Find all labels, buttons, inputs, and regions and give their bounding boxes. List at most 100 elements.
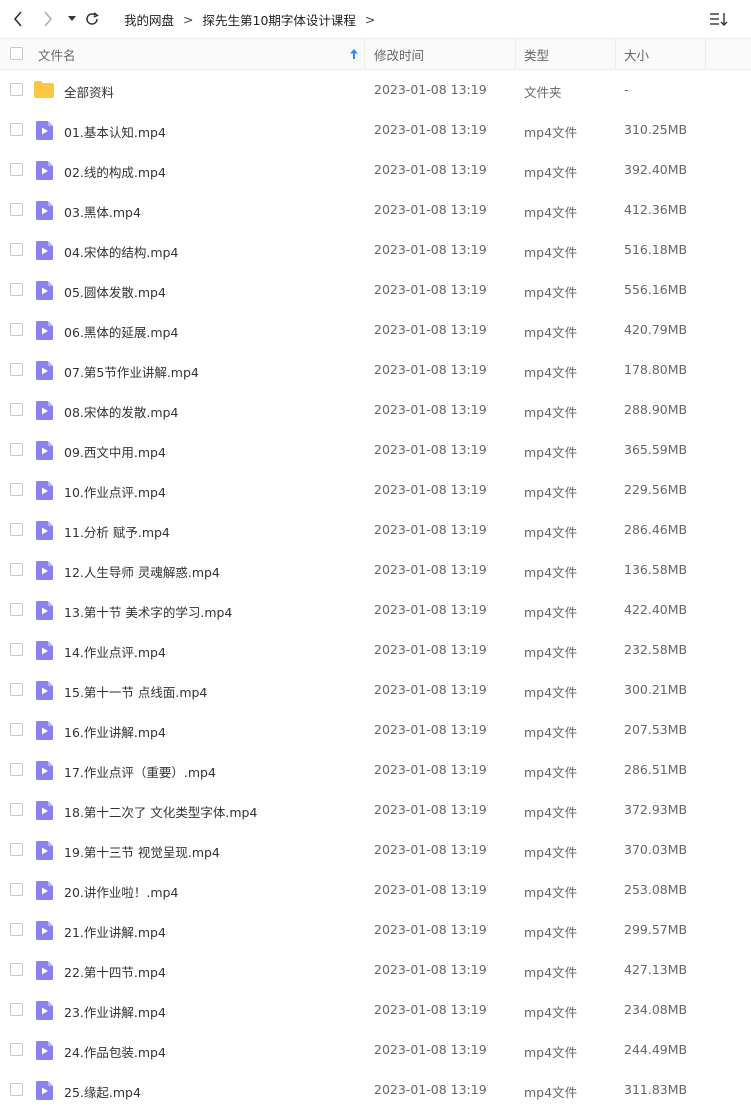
file-name[interactable]: 12.人生导师 灵魂解惑.mp4 [64,562,220,581]
file-row[interactable]: 13.第十节 美术字的学习.mp4 2023-01-08 13:19 mp4文件 42… [0,590,751,630]
back-button[interactable] [10,9,26,29]
file-name[interactable]: 02.线的构成.mp4 [64,162,166,181]
file-row[interactable]: 06.黑体的延展.mp4 2023-01-08 13:19 mp4文件 420.79M… [0,310,751,350]
column-divider[interactable] [615,39,616,69]
row-checkbox[interactable] [10,123,23,136]
column-header-type[interactable]: 类型 [524,39,614,69]
file-row[interactable]: 12.人生导师 灵魂解惑.mp4 2023-01-08 13:19 mp4文件 136… [0,550,751,590]
file-name[interactable]: 09.西文中用.mp4 [64,442,166,461]
file-name[interactable]: 23.作业讲解.mp4 [64,1002,166,1021]
refresh-button[interactable] [84,9,100,29]
file-row[interactable]: 25.缘起.mp4 2023-01-08 13:19 mp4文件 311.83MB [0,1070,751,1110]
file-name[interactable]: 03.黑体.mp4 [64,202,141,221]
file-name[interactable]: 04.宋体的结构.mp4 [64,242,178,261]
file-name[interactable]: 05.圆体发散.mp4 [64,282,166,301]
file-row[interactable]: 22.第十四节.mp4 2023-01-08 13:19 mp4文件 427.13MB [0,950,751,990]
row-checkbox[interactable] [10,963,23,976]
file-name[interactable]: 10.作业点评.mp4 [64,482,166,501]
file-row[interactable]: 全部资料 2023-01-08 13:19 文件夹 - [0,70,751,110]
file-row[interactable]: 15.第十一节 点线面.mp4 2023-01-08 13:19 mp4文件 300.… [0,670,751,710]
breadcrumb-item-current[interactable]: 探先生第10期字体设计课程 [203,10,356,29]
row-checkbox[interactable] [10,403,23,416]
row-checkbox[interactable] [10,163,23,176]
file-row[interactable]: 04.宋体的结构.mp4 2023-01-08 13:19 mp4文件 516.18M… [0,230,751,270]
file-name[interactable]: 06.黑体的延展.mp4 [64,322,178,341]
file-name[interactable]: 11.分析 赋予.mp4 [64,522,170,541]
file-name[interactable]: 07.第5节作业讲解.mp4 [64,362,199,381]
forward-button[interactable] [40,9,56,29]
file-row[interactable]: 02.线的构成.mp4 2023-01-08 13:19 mp4文件 392.40MB [0,150,751,190]
file-type: mp4文件 [524,205,578,220]
file-row[interactable]: 23.作业讲解.mp4 2023-01-08 13:19 mp4文件 234.08MB [0,990,751,1030]
row-checkbox[interactable] [10,843,23,856]
row-checkbox[interactable] [10,923,23,936]
column-header-modified[interactable]: 修改时间 [374,39,514,69]
row-checkbox[interactable] [10,283,23,296]
column-header-size[interactable]: 大小 [624,39,704,69]
file-name[interactable]: 22.第十四节.mp4 [64,962,166,981]
row-checkbox[interactable] [10,323,23,336]
row-checkbox[interactable] [10,643,23,656]
row-checkbox[interactable] [10,763,23,776]
sort-menu-button[interactable] [708,10,730,28]
file-name[interactable]: 25.缘起.mp4 [64,1082,141,1101]
row-checkbox[interactable] [10,603,23,616]
file-name[interactable]: 01.基本认知.mp4 [64,122,166,141]
file-row[interactable]: 17.作业点评（重要）.mp4 2023-01-08 13:19 mp4文件 286.… [0,750,751,790]
file-name[interactable]: 全部资料 [64,82,114,101]
row-checkbox[interactable] [10,683,23,696]
file-name[interactable]: 20.讲作业啦！.mp4 [64,882,178,901]
file-row[interactable]: 10.作业点评.mp4 2023-01-08 13:19 mp4文件 229.56MB [0,470,751,510]
row-checkbox[interactable] [10,883,23,896]
row-checkbox[interactable] [10,1043,23,1056]
column-divider[interactable] [515,39,516,69]
file-row[interactable]: 24.作品包装.mp4 2023-01-08 13:19 mp4文件 244.49MB [0,1030,751,1070]
video-file-icon [36,841,53,860]
file-row[interactable]: 05.圆体发散.mp4 2023-01-08 13:19 mp4文件 556.16MB [0,270,751,310]
column-divider[interactable] [705,39,706,69]
select-all-checkbox[interactable] [10,47,23,60]
file-type: mp4文件 [524,565,578,580]
row-checkbox[interactable] [10,483,23,496]
row-checkbox[interactable] [10,523,23,536]
file-name[interactable]: 14.作业点评.mp4 [64,642,166,661]
file-row[interactable]: 03.黑体.mp4 2023-01-08 13:19 mp4文件 412.36MB [0,190,751,230]
file-row[interactable]: 09.西文中用.mp4 2023-01-08 13:19 mp4文件 365.59MB [0,430,751,470]
file-name[interactable]: 08.宋体的发散.mp4 [64,402,178,421]
file-row[interactable]: 07.第5节作业讲解.mp4 2023-01-08 13:19 mp4文件 178.8… [0,350,751,390]
file-name[interactable]: 15.第十一节 点线面.mp4 [64,682,207,701]
file-name[interactable]: 21.作业讲解.mp4 [64,922,166,941]
file-modified-time: 2023-01-08 13:19 [374,282,487,297]
row-checkbox[interactable] [10,803,23,816]
file-row[interactable]: 16.作业讲解.mp4 2023-01-08 13:19 mp4文件 207.53MB [0,710,751,750]
file-row[interactable]: 18.第十二次了 文化类型字体.mp4 2023-01-08 13:19 mp4文件… [0,790,751,830]
file-name[interactable]: 13.第十节 美术字的学习.mp4 [64,602,232,621]
row-checkbox[interactable] [10,363,23,376]
row-checkbox[interactable] [10,1003,23,1016]
row-checkbox[interactable] [10,723,23,736]
file-row[interactable]: 21.作业讲解.mp4 2023-01-08 13:19 mp4文件 299.57MB [0,910,751,950]
column-header-name[interactable]: 文件名 [38,39,364,69]
row-checkbox[interactable] [10,203,23,216]
file-name[interactable]: 17.作业点评（重要）.mp4 [64,762,216,781]
column-divider[interactable] [364,39,365,69]
row-checkbox[interactable] [10,443,23,456]
row-checkbox[interactable] [10,243,23,256]
file-row[interactable]: 14.作业点评.mp4 2023-01-08 13:19 mp4文件 232.58MB [0,630,751,670]
breadcrumb-separator[interactable]: > [365,12,375,27]
file-name[interactable]: 19.第十三节 视觉呈现.mp4 [64,842,220,861]
file-row[interactable]: 19.第十三节 视觉呈现.mp4 2023-01-08 13:19 mp4文件 370… [0,830,751,870]
file-name[interactable]: 18.第十二次了 文化类型字体.mp4 [64,802,257,821]
file-name[interactable]: 16.作业讲解.mp4 [64,722,166,741]
history-dropdown-button[interactable] [66,9,78,29]
sort-list-icon [710,13,728,26]
file-row[interactable]: 01.基本认知.mp4 2023-01-08 13:19 mp4文件 310.25MB [0,110,751,150]
row-checkbox[interactable] [10,563,23,576]
row-checkbox[interactable] [10,83,23,96]
file-row[interactable]: 11.分析 赋予.mp4 2023-01-08 13:19 mp4文件 286.46M… [0,510,751,550]
row-checkbox[interactable] [10,1083,23,1096]
breadcrumb-item-root[interactable]: 我的网盘 [124,10,174,29]
file-row[interactable]: 08.宋体的发散.mp4 2023-01-08 13:19 mp4文件 288.90M… [0,390,751,430]
file-row[interactable]: 20.讲作业啦！.mp4 2023-01-08 13:19 mp4文件 253.08M… [0,870,751,910]
file-name[interactable]: 24.作品包装.mp4 [64,1042,166,1061]
